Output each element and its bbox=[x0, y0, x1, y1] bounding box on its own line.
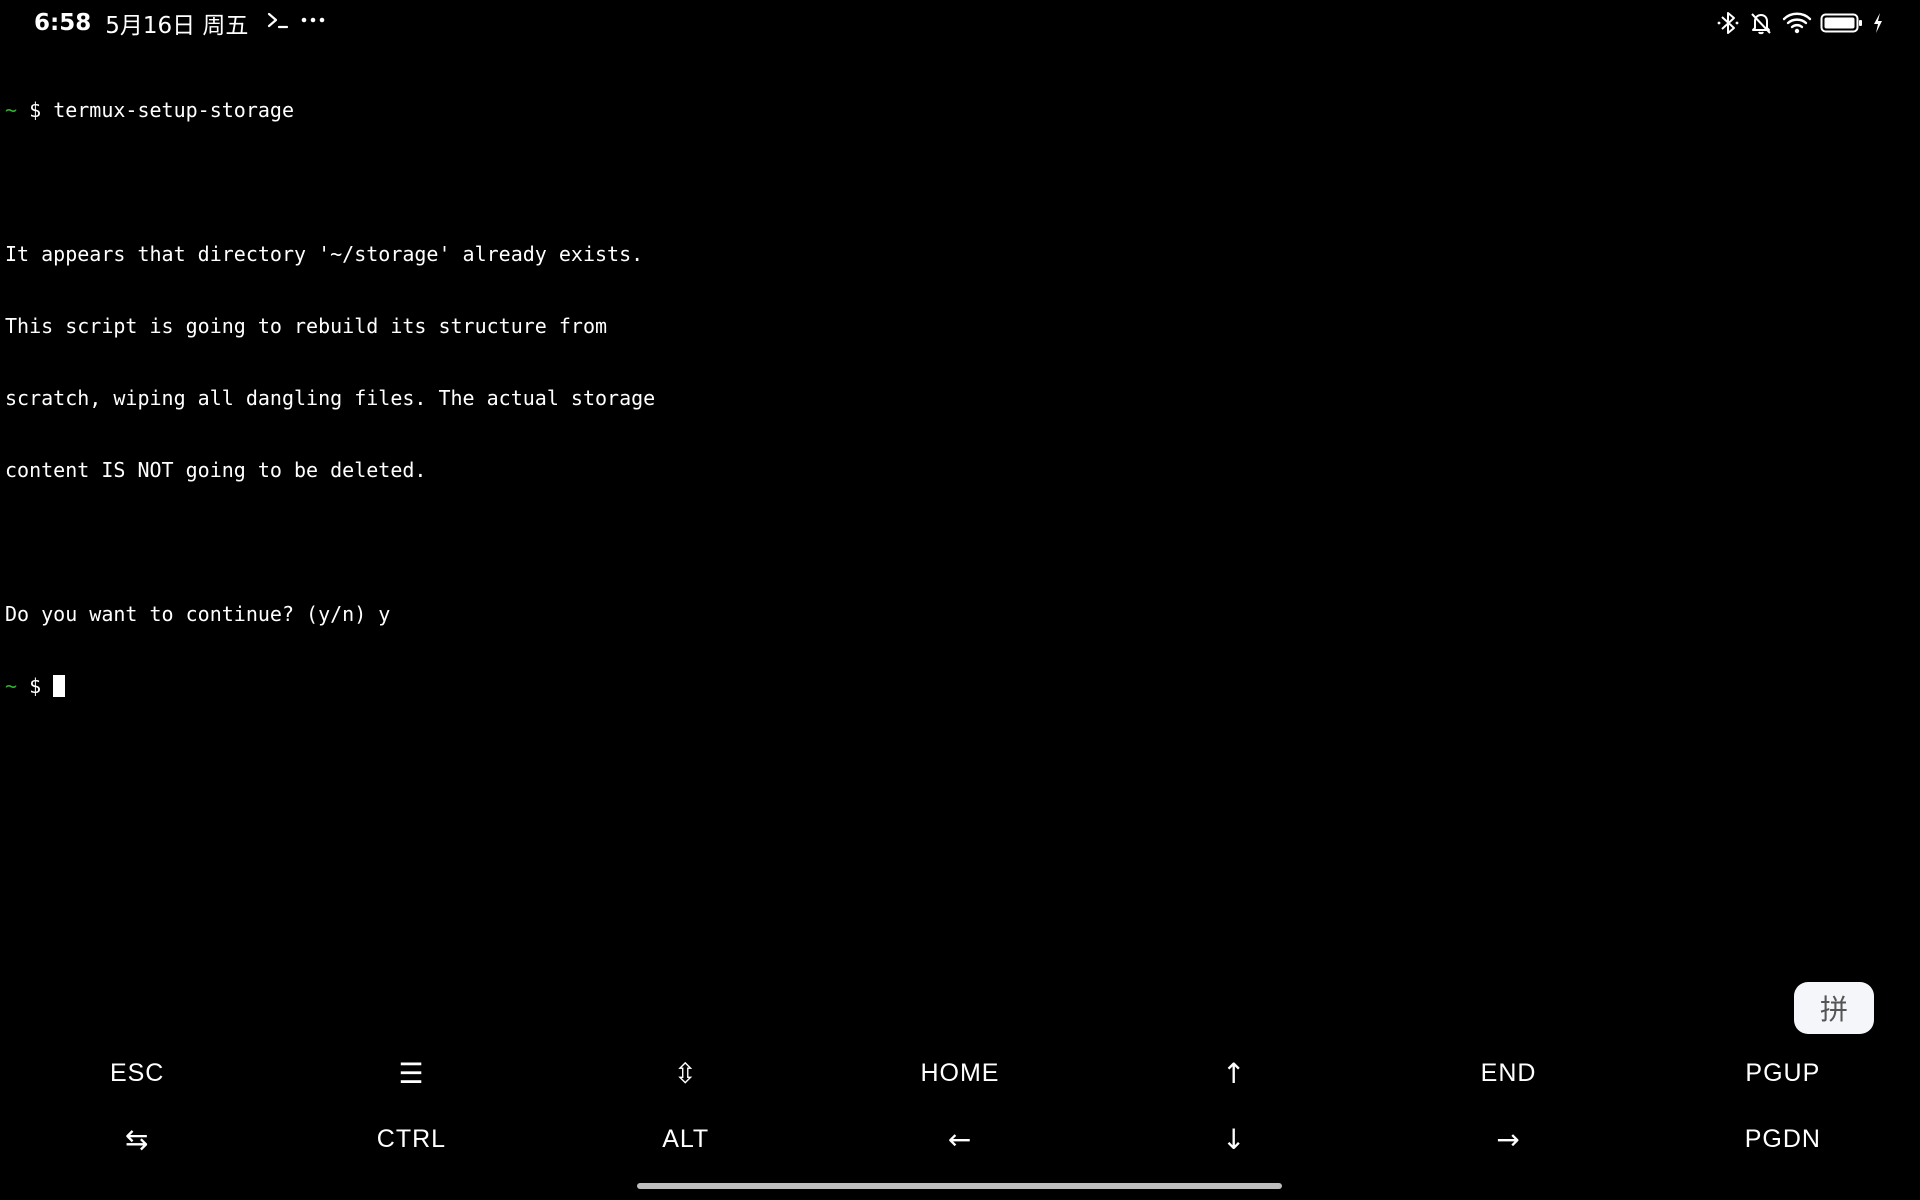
key-keyboard-toggle[interactable]: ⇳ bbox=[549, 1040, 823, 1106]
wifi-icon bbox=[1782, 10, 1812, 36]
output-line: content IS NOT going to be deleted. bbox=[5, 458, 427, 482]
key-arrow-up[interactable]: ↑ bbox=[1097, 1040, 1371, 1106]
key-esc[interactable]: ESC bbox=[0, 1040, 274, 1106]
prompt-dollar: $ bbox=[29, 674, 42, 698]
status-bar-right bbox=[1716, 8, 1884, 38]
command-line: ~ $ termux-setup-storage bbox=[5, 98, 1915, 122]
status-time: 6:58 bbox=[34, 10, 92, 36]
key-end[interactable]: END bbox=[1371, 1040, 1645, 1106]
key-home[interactable]: HOME bbox=[823, 1040, 1097, 1106]
text-cursor bbox=[53, 675, 66, 697]
bluetooth-icon bbox=[1716, 10, 1740, 36]
current-prompt-line[interactable]: ~ $ bbox=[5, 674, 1915, 698]
key-alt[interactable]: ALT bbox=[549, 1106, 823, 1172]
notifications-muted-icon bbox=[1748, 10, 1774, 36]
status-bar-left: 6:58 5月16日 周五 bbox=[34, 8, 326, 39]
key-ctrl[interactable]: CTRL bbox=[274, 1106, 548, 1172]
more-dots-icon bbox=[300, 10, 326, 36]
ime-switch-button[interactable]: 拼 bbox=[1794, 982, 1874, 1034]
terminal-prompt-icon bbox=[266, 10, 290, 36]
prompt-dollar: $ bbox=[29, 98, 42, 122]
status-date: 5月16日 周五 bbox=[105, 13, 249, 39]
extra-keys-bar: ESC ☰ ⇳ HOME ↑ END PGUP ⇆ CTRL ALT ← ↓ →… bbox=[0, 1040, 1920, 1172]
key-arrow-left[interactable]: ← bbox=[823, 1106, 1097, 1172]
output-line: This script is going to rebuild its stru… bbox=[5, 314, 608, 338]
prompt-tilde: ~ bbox=[5, 674, 18, 698]
key-pgup[interactable]: PGUP bbox=[1646, 1040, 1920, 1106]
prompt-tilde: ~ bbox=[5, 98, 18, 122]
status-bar: 6:58 5月16日 周五 bbox=[0, 0, 1920, 46]
key-menu[interactable]: ☰ bbox=[274, 1040, 548, 1106]
battery-icon bbox=[1820, 11, 1864, 35]
charging-icon bbox=[1872, 12, 1884, 34]
status-notification-icons bbox=[266, 10, 326, 36]
output-line: scratch, wiping all dangling files. The … bbox=[5, 386, 656, 410]
command-text: termux-setup-storage bbox=[53, 98, 295, 122]
key-tab[interactable]: ⇆ bbox=[0, 1106, 274, 1172]
terminal-output[interactable]: ~ $ termux-setup-storage It appears that… bbox=[5, 50, 1915, 1010]
key-arrow-right[interactable]: → bbox=[1371, 1106, 1645, 1172]
gesture-navigation-bar[interactable] bbox=[637, 1183, 1282, 1189]
key-arrow-down[interactable]: ↓ bbox=[1097, 1106, 1371, 1172]
output-line: Do you want to continue? (y/n) y bbox=[5, 602, 391, 626]
key-pgdn[interactable]: PGDN bbox=[1646, 1106, 1920, 1172]
output-line: It appears that directory '~/storage' al… bbox=[5, 242, 644, 266]
